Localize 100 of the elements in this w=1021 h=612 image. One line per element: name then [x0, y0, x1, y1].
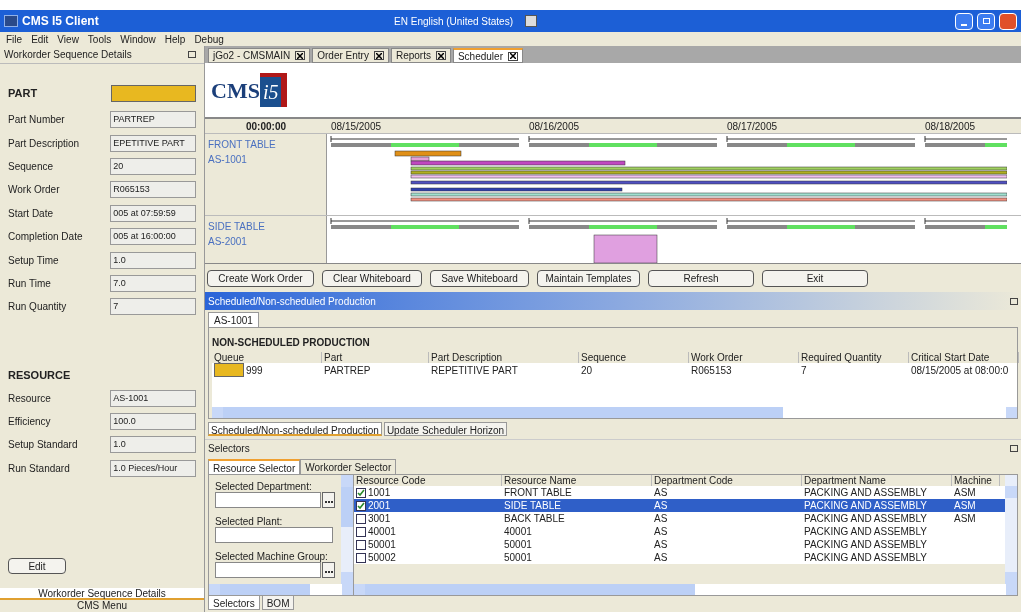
table-row[interactable]: 50001 50001 AS PACKING AND ASSEMBLY [354, 538, 1005, 551]
toolbar-button[interactable]: Save Whiteboard [430, 269, 529, 287]
close-icon[interactable] [435, 51, 446, 60]
minimize-button[interactable] [955, 12, 973, 30]
table-row[interactable]: 1001 FRONT TABLE AS PACKING AND ASSEMBLY ASM [354, 486, 1005, 499]
input-field[interactable]: 100.0 [110, 413, 196, 431]
tab[interactable]: BOM [261, 596, 295, 610]
toolbar-button[interactable]: Create Work Order [207, 269, 314, 287]
scroll-bar[interactable] [209, 584, 353, 595]
input-field[interactable]: EPETITIVE PART [110, 134, 196, 152]
scroll-bar[interactable] [1005, 475, 1017, 584]
close-icon[interactable] [373, 51, 384, 60]
field-label: Part Description [8, 136, 81, 151]
menu-item[interactable]: View [57, 31, 79, 47]
checkbox[interactable] [356, 552, 366, 563]
scroll-bar[interactable] [354, 584, 1017, 595]
menu-item[interactable]: Tools [87, 31, 112, 47]
toolbar-button[interactable]: Maintain Templates [537, 269, 640, 287]
table-row[interactable]: 3001 BACK TABLE AS PACKING AND ASSEMBLY ASM [354, 512, 1005, 525]
date-label: 08/17/2005 [726, 120, 779, 133]
input-field[interactable]: 7.0 [110, 274, 196, 292]
menu-item[interactable]: File [6, 31, 23, 47]
table-cell-text: FRONT TABLE [504, 486, 572, 500]
table-cell-text: 50001 [504, 538, 532, 552]
table-cell-text: PARTREP [324, 364, 371, 378]
table-cell-text: PACKING AND ASSEMBLY [804, 512, 927, 526]
table-cell-text: AS [654, 551, 668, 565]
document-tab[interactable]: Scheduler [452, 48, 523, 63]
input-field[interactable]: 005 at 07:59:59 [110, 204, 196, 222]
input-field[interactable]: PARTREP [110, 111, 196, 129]
toolbar-button[interactable]: Exit [762, 269, 868, 287]
table-cell-text: SIDE TABLE [504, 499, 561, 513]
browse-button[interactable] [322, 562, 335, 578]
input-field[interactable]: 1.0 Pieces/Hour [110, 459, 196, 477]
section-heading: PART [8, 85, 39, 101]
input-field[interactable]: R065153 [110, 181, 196, 199]
input-field[interactable] [215, 562, 322, 578]
toolbar-button[interactable]: Clear Whiteboard [322, 269, 422, 287]
input-field[interactable]: 005 at 16:00:00 [110, 228, 196, 246]
table-cell-text: AS [654, 486, 668, 500]
checkbox[interactable] [356, 487, 366, 498]
tab[interactable]: Resource Selector [208, 459, 301, 474]
panel-tab[interactable]: Workorder Sequence Details [0, 588, 204, 600]
restore-button[interactable] [977, 12, 995, 30]
toolbar-button[interactable]: Refresh [648, 269, 754, 287]
table-cell-text: 1001 [368, 486, 391, 500]
scroll-bar[interactable] [212, 407, 1017, 418]
dock-icon[interactable] [1010, 297, 1018, 305]
dock-icon[interactable] [188, 51, 196, 58]
tab[interactable]: AS-1001 [208, 312, 259, 327]
date-label: 08/15/2005 [330, 120, 383, 133]
checkbox[interactable] [356, 513, 366, 524]
table-cell-text: 40001 [368, 525, 396, 539]
table-cell-text: 999 [246, 364, 263, 378]
table-cell-text: PACKING AND ASSEMBLY [804, 538, 927, 552]
browse-button[interactable] [322, 492, 335, 508]
edit-button[interactable]: Edit [8, 558, 66, 574]
close-button[interactable] [999, 12, 1017, 30]
input-field[interactable] [215, 527, 333, 543]
date-label: 08/18/2005 [924, 120, 977, 133]
table-cell-text: 50001 [504, 551, 532, 565]
document-tab[interactable]: jGo2 - CMSMAIN [208, 48, 311, 63]
window-title: CMS I5 Client [22, 13, 99, 30]
checkbox[interactable] [356, 526, 366, 537]
table-cell-text: PACKING AND ASSEMBLY [804, 525, 927, 539]
menu-item[interactable]: Edit [31, 31, 49, 47]
time-label: 00:00:00 [245, 120, 287, 133]
table-cell-text: 20 [581, 364, 593, 378]
tab[interactable]: Update Scheduler Horizon [383, 422, 508, 436]
input-field[interactable]: AS-1001 [110, 389, 196, 407]
table-row[interactable]: 50002 50001 AS PACKING AND ASSEMBLY [354, 551, 1005, 564]
document-tab[interactable]: Reports [390, 48, 451, 63]
input-field[interactable] [215, 492, 322, 508]
menu-item[interactable]: Help [164, 31, 186, 47]
scroll-bar[interactable] [341, 475, 353, 584]
table-row[interactable]: 40001 40001 AS PACKING AND ASSEMBLY [354, 525, 1005, 538]
input-field[interactable]: 7 [110, 298, 196, 316]
close-icon[interactable] [507, 51, 518, 61]
input-field[interactable]: 1.0 [110, 436, 196, 454]
menu-item[interactable]: Debug [194, 31, 224, 47]
resource-name: SIDE TABLE [208, 220, 266, 234]
dock-icon[interactable] [1010, 445, 1018, 452]
document-tab[interactable]: Order Entry [312, 48, 389, 63]
input-field[interactable]: 20 [110, 157, 196, 175]
field-label: Setup Standard [8, 438, 79, 453]
menu-item[interactable]: Window [120, 31, 156, 47]
logo: CMS i5 [211, 73, 288, 107]
field-label: Part Number [8, 113, 66, 128]
help-icon[interactable] [525, 15, 537, 27]
input-field[interactable]: 1.0 [110, 251, 196, 269]
table-cell-text: ASM [954, 486, 976, 500]
table-row[interactable]: 2001 SIDE TABLE AS PACKING AND ASSEMBLY ASM [354, 499, 1005, 512]
checkbox[interactable] [356, 500, 366, 511]
close-icon[interactable] [295, 51, 306, 60]
tab[interactable]: Scheduled/Non-scheduled Production [208, 422, 382, 436]
tab[interactable]: Workorder Selector [300, 459, 397, 474]
checkbox[interactable] [356, 539, 366, 550]
tab[interactable]: Selectors [208, 596, 260, 610]
field-label: Selected Machine Group: [215, 550, 329, 562]
table-cell-text: 08/15/2005 at 08:00:0 [911, 364, 1009, 378]
